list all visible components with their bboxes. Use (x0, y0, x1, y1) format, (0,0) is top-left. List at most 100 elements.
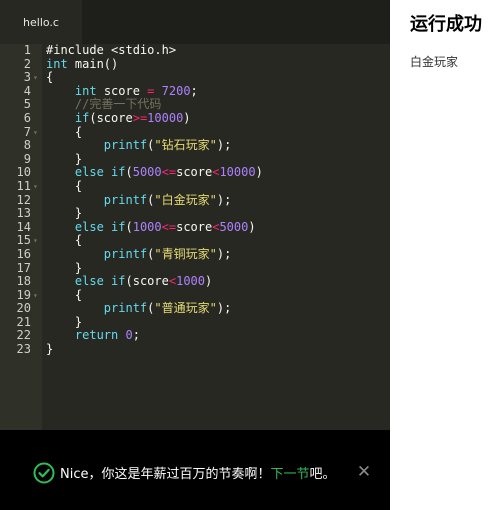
line-number: 2 (23, 56, 31, 71)
code-token: else (74, 274, 104, 289)
line-number: 22 (16, 328, 31, 343)
code-token: ); (216, 246, 232, 261)
check-circle-icon (33, 462, 55, 484)
code-token: main() (67, 56, 119, 71)
line-number: 20 (16, 301, 31, 316)
code-token: { (46, 233, 83, 248)
code-token: score (176, 219, 213, 234)
code-token: } (46, 206, 83, 221)
line-number: 10 (16, 165, 31, 180)
fold-arrow-icon[interactable]: ▾ (33, 234, 38, 248)
code-line[interactable]: 15 ▾ { (0, 234, 390, 248)
code-token: { (46, 178, 83, 193)
code-text: } (46, 260, 83, 276)
code-line[interactable]: 18 else if(score<1000) (0, 274, 390, 289)
code-line[interactable]: 10 else if(5000<=score<10000) (0, 166, 390, 180)
line-number: 18 (16, 274, 31, 289)
code-line[interactable]: 9 } (0, 151, 390, 167)
code-line[interactable]: 8 printf("钻石玩家"); (0, 138, 390, 153)
code-token: ) (248, 219, 256, 234)
code-text: printf("钻石玩家"); (46, 138, 232, 153)
code-token: } (46, 260, 83, 275)
fold-arrow-icon[interactable]: ▾ (33, 180, 38, 194)
code-token: "白金玩家" (154, 192, 217, 207)
code-text: } (46, 315, 82, 330)
code-line[interactable]: 22 return 0; (0, 329, 390, 343)
line-number: 17 (16, 260, 31, 275)
line-number: 13 (16, 206, 31, 221)
code-token: } (46, 151, 83, 166)
line-number: 1 (23, 43, 31, 57)
code-text: } (46, 342, 53, 357)
toast-message-text: Nice，你这是年薪过百万的节奏啊！ (60, 467, 271, 482)
code-line[interactable]: 23} (0, 342, 390, 357)
code-token: { (46, 124, 83, 139)
line-number: 19 (16, 287, 31, 302)
code-text: printf("青铜玩家"); (46, 246, 232, 262)
code-token: int (74, 83, 97, 98)
fold-arrow-icon[interactable]: ▾ (33, 126, 38, 140)
code-area[interactable]: 1 #include <stdio.h> 2 int main() 3 ▾{4 int s… (0, 43, 390, 357)
code-token: "青铜玩家" (154, 246, 217, 261)
line-number: 12 (16, 192, 31, 207)
toast-message: Nice，你这是年薪过百万的节奏啊！下一节吧。 (60, 463, 336, 482)
code-line[interactable]: 11 ▾ { (0, 178, 390, 194)
code-token: score (176, 165, 213, 180)
code-token: ); (216, 301, 232, 316)
next-section-link[interactable]: 下一节 (270, 467, 309, 482)
code-token: "普通玩家" (154, 301, 217, 316)
code-line[interactable]: 6 if(score>=10000) (0, 110, 390, 126)
code-token: printf (103, 246, 148, 261)
code-line[interactable]: 16 printf("青铜玩家"); (0, 246, 390, 262)
code-token: if (111, 274, 126, 289)
code-line[interactable]: 13 } (0, 206, 390, 221)
code-token: else (74, 219, 104, 234)
line-number: 7 (23, 124, 31, 139)
code-line[interactable]: 17 } (0, 260, 390, 276)
toast-message-suffix: 吧。 (309, 467, 336, 482)
code-token: 1000 (176, 274, 205, 289)
code-line[interactable]: 1 #include <stdio.h> (0, 43, 390, 58)
code-token: ); (216, 192, 232, 207)
code-token: return (74, 328, 119, 343)
code-line[interactable]: 20 printf("普通玩家"); (0, 301, 390, 316)
code-token: < (168, 274, 177, 289)
code-token: ) (183, 110, 191, 125)
code-line[interactable]: 3 ▾ { (0, 70, 390, 85)
fold-arrow-icon[interactable]: ▾ (33, 289, 38, 303)
code-text: } (46, 206, 83, 221)
code-token: 10000 (219, 165, 256, 180)
code-line[interactable]: 21 } (0, 315, 390, 330)
code-text: if(score>=10000) (46, 110, 191, 126)
code-line[interactable]: 12 printf("白金玩家"); (0, 192, 390, 208)
code-line[interactable]: 2 int main() (0, 56, 390, 72)
code-text: printf("白金玩家"); (46, 192, 232, 208)
line-number: 6 (23, 110, 31, 125)
close-icon[interactable]: ✕ (354, 462, 374, 482)
line-number: 14 (16, 219, 31, 234)
code-token: 5000 (219, 219, 249, 234)
code-token: score (96, 83, 148, 98)
code-token: printf (103, 138, 148, 153)
code-token: { (46, 287, 83, 302)
program-output: 白金玩家 (410, 55, 459, 69)
code-text: { (46, 178, 83, 194)
tab-hello-c[interactable]: hello.c (0, 0, 82, 44)
code-line[interactable]: 5 //完善一下代码 (0, 98, 390, 112)
code-token: (score (125, 274, 169, 289)
line-number: 15 (16, 233, 31, 248)
code-token: ) (205, 274, 213, 289)
fold-arrow-icon[interactable]: ▾ (33, 71, 38, 85)
code-line[interactable]: 14 else if(1000<=score<5000) (0, 219, 390, 235)
code-token: ); (216, 138, 232, 153)
